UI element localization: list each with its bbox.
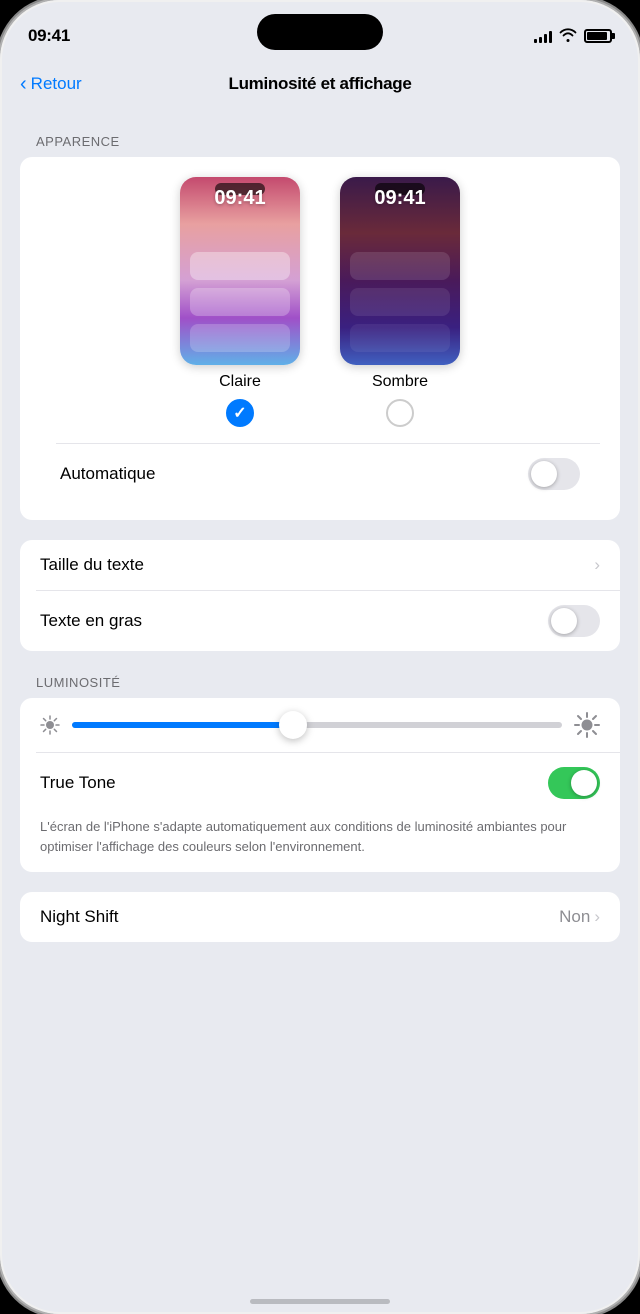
content-area: APPARENCE 09:41: [0, 110, 640, 1314]
dark-bar-3: [350, 324, 450, 352]
light-theme-option[interactable]: 09:41 Claire: [180, 177, 300, 427]
brightness-low-icon: [40, 715, 60, 735]
bold-text-toggle-thumb: [551, 608, 577, 634]
night-shift-row[interactable]: Night Shift Non ›: [20, 892, 620, 942]
wifi-icon: [559, 28, 577, 45]
nav-bar: ‹ Retour Luminosité et affichage: [0, 58, 640, 110]
dark-theme-label: Sombre: [372, 373, 428, 391]
back-label: Retour: [31, 74, 82, 94]
battery-icon: [584, 29, 612, 43]
brightness-slider-fill: [72, 722, 293, 728]
night-shift-value: Non: [559, 907, 590, 927]
true-tone-description: L'écran de l'iPhone s'adapte automatique…: [20, 813, 620, 872]
appearance-card: 09:41 Claire: [20, 157, 620, 520]
brightness-slider-thumb[interactable]: [279, 711, 307, 739]
night-shift-value-group: Non ›: [559, 907, 600, 927]
dark-theme-option[interactable]: 09:41 Sombre: [340, 177, 460, 427]
appearance-options: 09:41 Claire: [20, 157, 620, 520]
text-size-label: Taille du texte: [40, 555, 144, 575]
dark-bar-1: [350, 252, 450, 280]
light-theme-radio[interactable]: [226, 399, 254, 427]
bold-text-label: Texte en gras: [40, 611, 142, 631]
true-tone-toggle[interactable]: [548, 767, 600, 799]
status-time: 09:41: [28, 26, 70, 46]
dark-theme-radio[interactable]: [386, 399, 414, 427]
automatique-row[interactable]: Automatique: [40, 444, 600, 504]
light-theme-bars: [190, 252, 290, 352]
text-size-chevron-icon: ›: [594, 555, 600, 575]
light-theme-time: 09:41: [180, 187, 300, 210]
light-theme-label: Claire: [219, 373, 261, 391]
text-settings-card: Taille du texte › Texte en gras: [20, 540, 620, 651]
page-title: Luminosité et affichage: [229, 74, 412, 94]
dark-theme-bars: [350, 252, 450, 352]
light-bar-2: [190, 288, 290, 316]
signal-bar-2: [539, 37, 542, 43]
dark-theme-time: 09:41: [340, 187, 460, 210]
luminosity-card: True Tone L'écran de l'iPhone s'adapte a…: [20, 698, 620, 872]
brightness-row: [20, 698, 620, 752]
true-tone-toggle-thumb: [571, 770, 597, 796]
automatique-label: Automatique: [60, 464, 155, 484]
signal-bar-3: [544, 34, 547, 43]
dark-bar-2: [350, 288, 450, 316]
dark-theme-preview: 09:41: [340, 177, 460, 365]
brightness-controls: [40, 712, 600, 738]
light-bar-3: [190, 324, 290, 352]
text-size-row[interactable]: Taille du texte ›: [20, 540, 620, 590]
signal-bar-4: [549, 31, 552, 43]
brightness-slider[interactable]: [72, 722, 562, 728]
luminosity-section-label: LUMINOSITÉ: [0, 675, 640, 690]
appearance-section-label: APPARENCE: [0, 134, 640, 149]
back-arrow-icon: ‹: [20, 74, 27, 94]
true-tone-row[interactable]: True Tone: [20, 753, 620, 813]
night-shift-chevron-icon: ›: [594, 907, 600, 927]
brightness-high-icon: [574, 712, 600, 738]
battery-fill: [587, 32, 607, 40]
home-indicator: [250, 1299, 390, 1304]
bold-text-toggle[interactable]: [548, 605, 600, 637]
bold-text-row[interactable]: Texte en gras: [20, 591, 620, 651]
signal-bar-1: [534, 39, 537, 43]
automatique-toggle-thumb: [531, 461, 557, 487]
light-bar-1: [190, 252, 290, 280]
status-icons: [534, 28, 612, 45]
theme-options: 09:41 Claire: [40, 177, 600, 427]
true-tone-label: True Tone: [40, 773, 116, 793]
automatique-toggle[interactable]: [528, 458, 580, 490]
night-shift-card: Night Shift Non ›: [20, 892, 620, 942]
signal-bars-icon: [534, 29, 552, 43]
light-theme-preview: 09:41: [180, 177, 300, 365]
night-shift-label: Night Shift: [40, 907, 118, 927]
phone-frame: 09:41 ‹ Retour L: [0, 0, 640, 1314]
dynamic-island: [257, 14, 383, 50]
back-button[interactable]: ‹ Retour: [20, 74, 82, 94]
